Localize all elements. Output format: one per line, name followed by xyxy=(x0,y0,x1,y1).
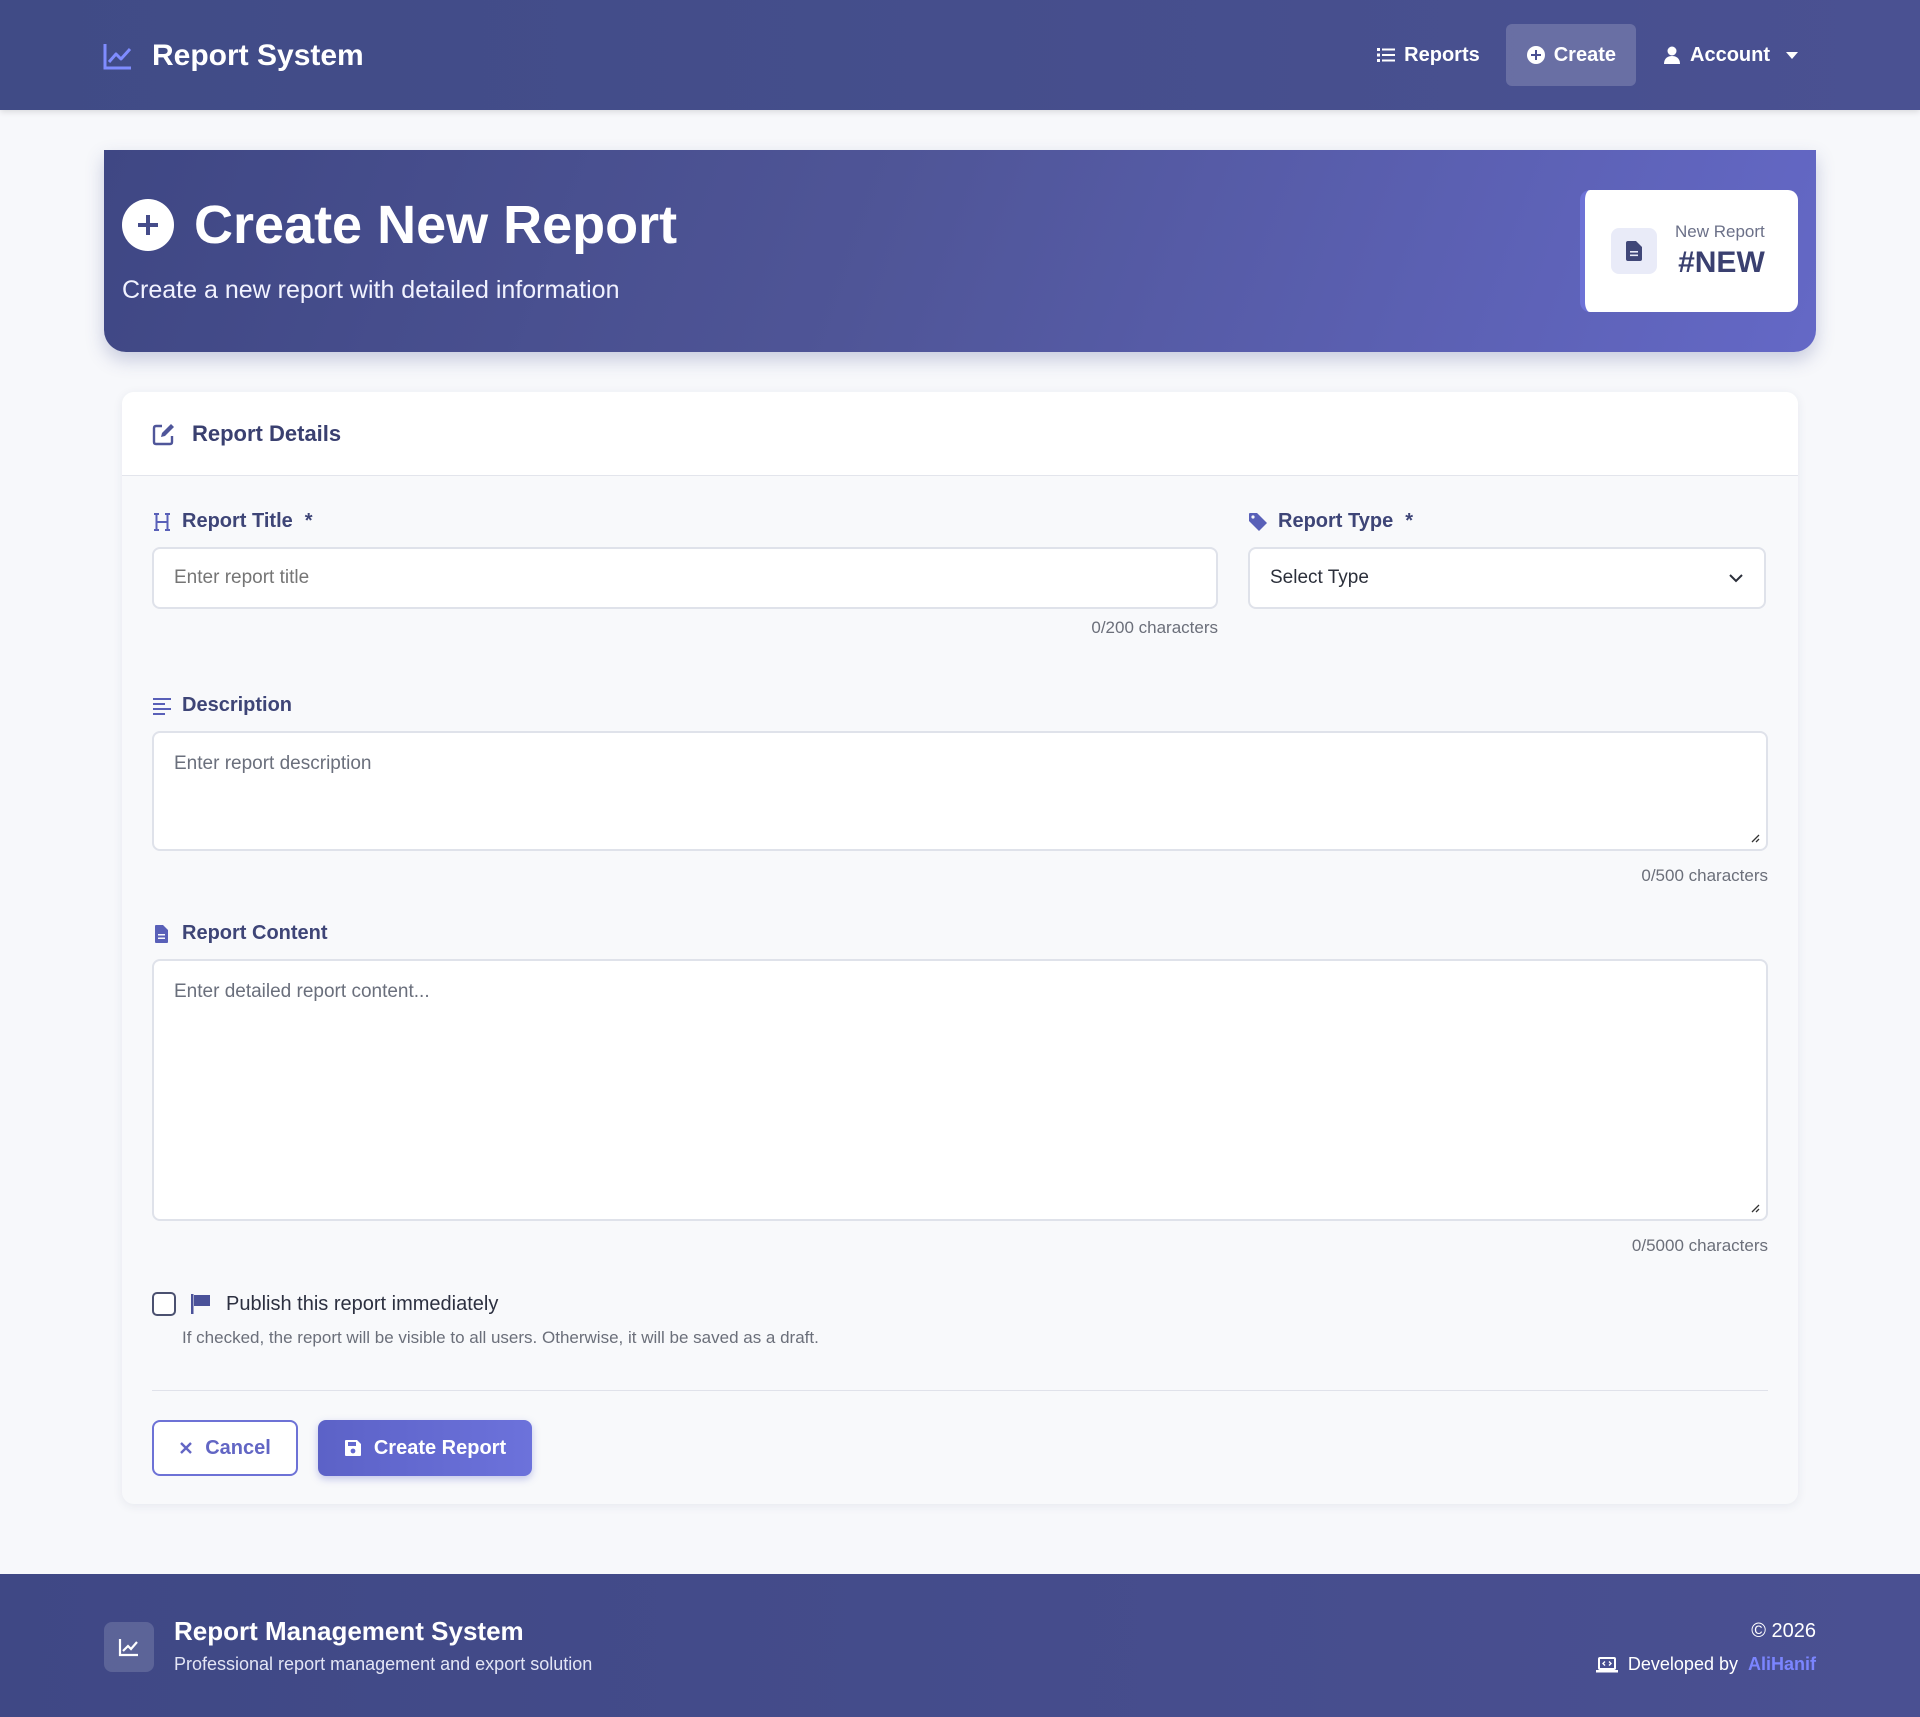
nav-reports[interactable]: Reports xyxy=(1356,24,1500,86)
page-hero: Create New Report Create a new report wi… xyxy=(104,150,1816,352)
report-id-card: New Report #NEW xyxy=(1580,190,1798,312)
title-char-counter: 0/200 characters xyxy=(1091,618,1218,637)
user-icon xyxy=(1664,46,1680,64)
plus-circle-icon xyxy=(1526,46,1545,64)
page-title: Create New Report xyxy=(122,194,677,256)
nav-account[interactable]: Account xyxy=(1642,24,1818,86)
report-id-value: #NEW xyxy=(1678,246,1765,279)
nav-create[interactable]: Create xyxy=(1505,24,1636,86)
page-subtitle: Create a new report with detailed inform… xyxy=(122,276,620,304)
content-placeholder: Enter detailed report content... xyxy=(174,981,430,1002)
create-report-button[interactable]: Create Report xyxy=(318,1420,532,1476)
publish-option: Publish this report immediately xyxy=(152,1292,498,1316)
report-title-label: Report Title * xyxy=(152,510,313,533)
footer-copyright: © 2026 xyxy=(1751,1620,1816,1642)
footer-developer: Developed by AliHanif xyxy=(1595,1654,1816,1675)
save-icon xyxy=(344,1440,361,1456)
line-chart-icon xyxy=(103,44,132,70)
report-title-input[interactable] xyxy=(152,547,1218,609)
description-label: Description xyxy=(152,694,292,717)
nav-links: Reports Create Account xyxy=(1356,24,1818,86)
nav-create-label: Create xyxy=(1553,43,1616,66)
list-icon xyxy=(1377,48,1396,62)
nav-account-label: Account xyxy=(1690,43,1770,66)
navbar: Report System Reports Create Account xyxy=(0,0,1920,110)
publish-help-text: If checked, the report will be visible t… xyxy=(182,1328,819,1347)
resize-handle-icon[interactable] xyxy=(1750,1203,1760,1213)
close-icon xyxy=(180,1442,193,1454)
report-form-card: Report Details Report Title* 0/200 chara… xyxy=(122,392,1798,1504)
nav-reports-label: Reports xyxy=(1404,43,1480,66)
publish-checkbox[interactable] xyxy=(152,1292,176,1316)
align-left-icon xyxy=(153,697,171,715)
report-id-label: New Report xyxy=(1675,222,1765,241)
report-content-textarea[interactable]: Enter detailed report content... xyxy=(152,959,1768,1221)
report-content-label: Report Content xyxy=(152,922,328,945)
divider xyxy=(152,1390,1768,1391)
file-icon xyxy=(1611,228,1657,274)
footer-title: Report Management System xyxy=(174,1616,524,1646)
author-link[interactable]: AliHanif xyxy=(1748,1654,1816,1675)
edit-icon xyxy=(152,423,174,445)
line-chart-icon xyxy=(104,1622,154,1672)
laptop-code-icon xyxy=(1595,1656,1618,1672)
footer: Report Management System Professional re… xyxy=(0,1574,1920,1717)
brand-title: Report System xyxy=(152,39,364,72)
heading-icon xyxy=(154,512,170,531)
description-char-counter: 0/500 characters xyxy=(1641,866,1768,885)
description-placeholder: Enter report description xyxy=(174,753,372,774)
form-header: Report Details xyxy=(122,392,1798,476)
brand[interactable]: Report System xyxy=(102,38,364,74)
file-text-icon xyxy=(155,924,168,943)
resize-handle-icon[interactable] xyxy=(1750,833,1760,843)
page-title-text: Create New Report xyxy=(194,195,678,255)
footer-subtitle: Professional report management and expor… xyxy=(174,1654,593,1674)
report-type-select[interactable]: Select Type xyxy=(1248,547,1766,609)
form-header-title: Report Details xyxy=(192,420,342,446)
chevron-down-icon xyxy=(1786,51,1798,59)
report-type-value: Select Type xyxy=(1270,567,1369,588)
flag-icon xyxy=(191,1294,210,1314)
cancel-button[interactable]: Cancel xyxy=(152,1420,298,1476)
publish-label[interactable]: Publish this report immediately xyxy=(226,1293,498,1316)
content-char-counter: 0/5000 characters xyxy=(1631,1236,1768,1255)
chevron-down-icon xyxy=(1729,574,1743,583)
developed-by-text: Developed by xyxy=(1627,1654,1738,1674)
description-textarea[interactable]: Enter report description xyxy=(152,731,1768,851)
tag-icon xyxy=(1249,512,1267,531)
plus-circle-icon xyxy=(122,199,174,251)
report-type-label: Report Type * xyxy=(1248,510,1413,533)
